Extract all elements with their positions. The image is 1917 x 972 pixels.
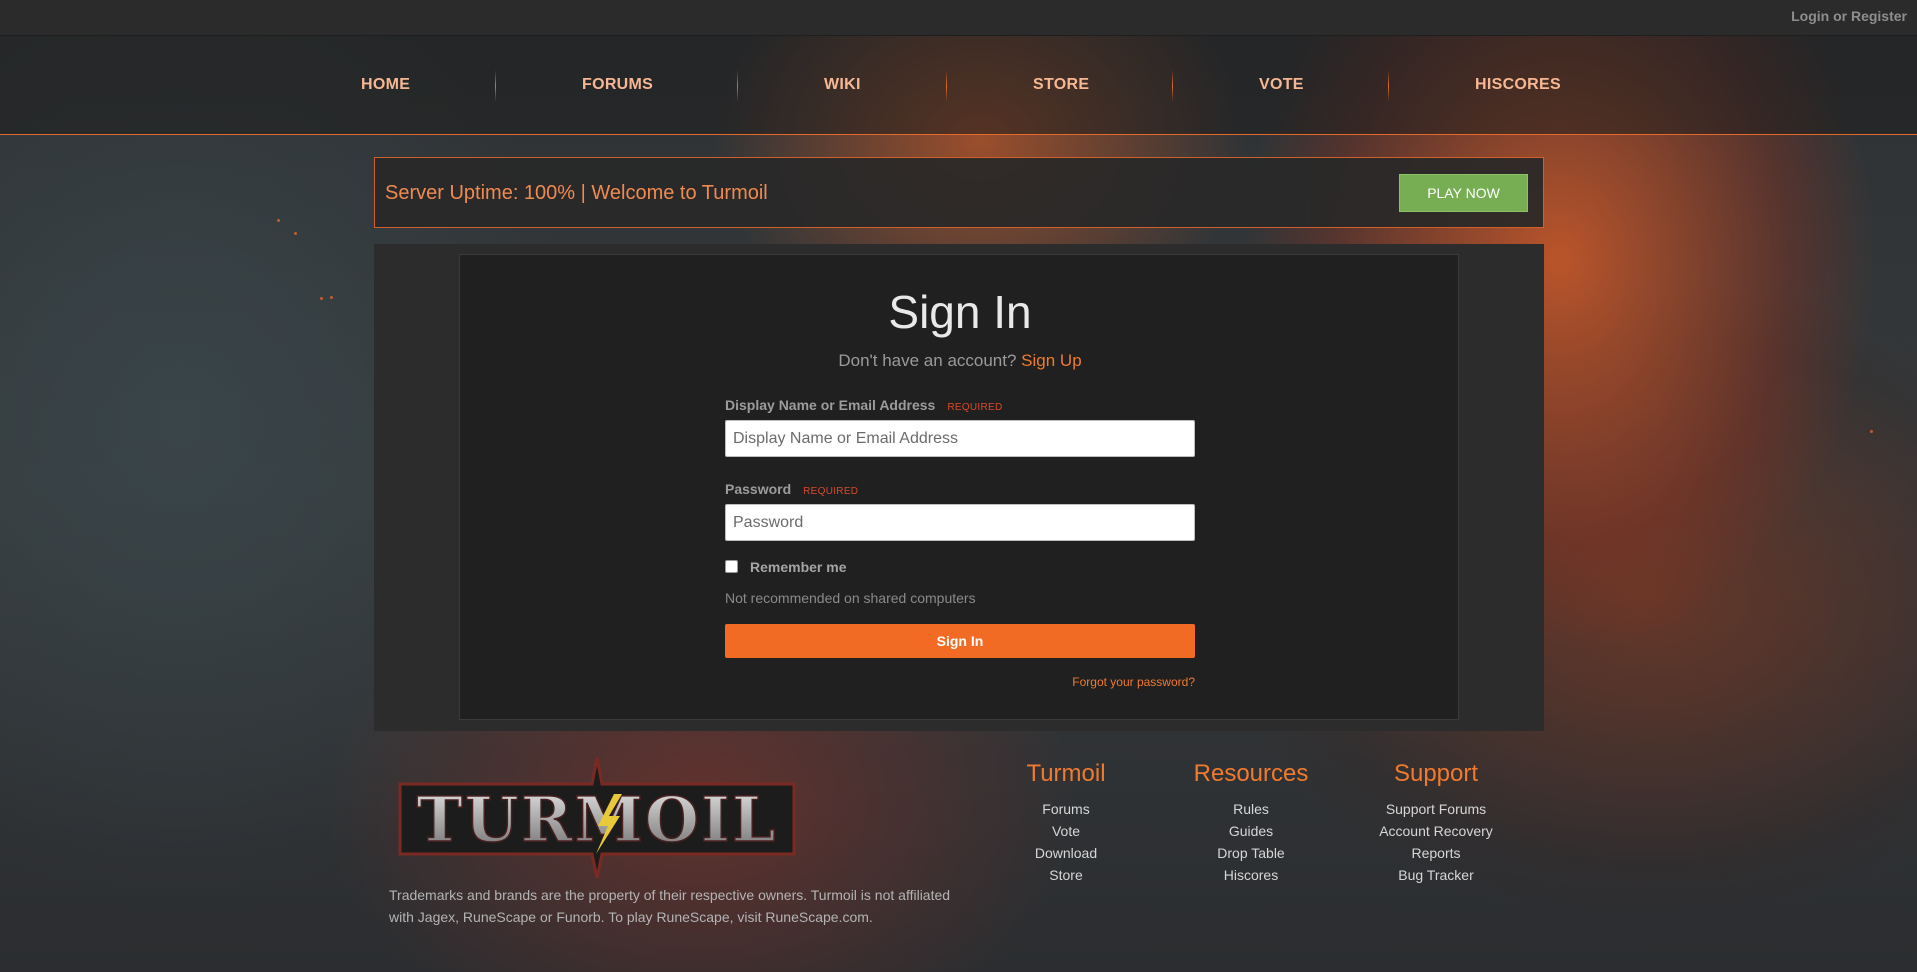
nav-item-hiscores[interactable]: HISCORES	[1475, 76, 1561, 94]
no-account-text: Don't have an account?	[838, 351, 1017, 370]
footer-link-support-forums[interactable]: Support Forums	[1356, 798, 1516, 820]
page-title: Sign In	[888, 286, 1032, 338]
main-nav: HOME FORUMS WIKI STORE VOTE HISCORES	[0, 36, 1917, 135]
sign-in-card: Sign In Don't have an account? Sign Up D…	[459, 254, 1459, 720]
turmoil-logo: TURMOIL	[398, 757, 796, 879]
footer-link-forums[interactable]: Forums	[1000, 798, 1132, 820]
signup-prompt: Don't have an account? Sign Up	[460, 351, 1460, 371]
sign-up-link[interactable]: Sign Up	[1021, 351, 1081, 370]
nav-item-vote[interactable]: VOTE	[1259, 76, 1304, 94]
logo-wordmark: TURMOIL	[417, 783, 778, 856]
ember-particle	[320, 297, 323, 300]
footer-link-drop-table[interactable]: Drop Table	[1171, 842, 1331, 864]
password-label-text: Password	[725, 481, 792, 497]
required-badge: REQUIRED	[947, 402, 1003, 413]
nav-item-wiki[interactable]: WIKI	[824, 76, 861, 94]
nav-divider	[737, 70, 738, 102]
remember-me-label[interactable]: Remember me	[750, 559, 847, 575]
footer-heading: Resources	[1193, 760, 1309, 787]
nav-item-forums[interactable]: FORUMS	[582, 76, 653, 94]
password-label: Password REQUIRED	[725, 481, 858, 497]
footer-heading: Support	[1393, 760, 1479, 787]
footer-link-vote[interactable]: Vote	[1000, 820, 1132, 842]
announcement-text: Server Uptime: 100% | Welcome to Turmoil	[385, 182, 768, 204]
ember-particle	[330, 296, 333, 299]
footer-link-store[interactable]: Store	[1000, 864, 1132, 886]
username-label: Display Name or Email Address REQUIRED	[725, 397, 1003, 413]
forgot-password-link[interactable]: Forgot your password?	[725, 675, 1195, 689]
footer-column-resources: Resources Rules Guides Drop Table Hiscor…	[1171, 760, 1331, 886]
username-label-text: Display Name or Email Address	[725, 397, 936, 413]
footer-link-rules[interactable]: Rules	[1171, 798, 1331, 820]
nav-divider	[946, 70, 947, 102]
sign-in-button[interactable]: Sign In	[725, 624, 1195, 658]
main-panel: Sign In Don't have an account? Sign Up D…	[374, 244, 1544, 731]
remember-me-hint: Not recommended on shared computers	[725, 590, 976, 606]
play-now-button[interactable]: PLAY NOW	[1399, 174, 1528, 212]
ember-particle	[294, 232, 297, 235]
remember-me-checkbox[interactable]	[725, 560, 738, 573]
top-bar: Login or Register	[0, 0, 1917, 36]
footer-link-bug-tracker[interactable]: Bug Tracker	[1356, 864, 1516, 886]
footer-link-reports[interactable]: Reports	[1356, 842, 1516, 864]
server-announcement: Server Uptime: 100% | Welcome to Turmoil…	[374, 157, 1544, 228]
username-input[interactable]	[725, 420, 1195, 457]
login-register-link[interactable]: Login or Register	[1791, 8, 1907, 24]
footer-column-support: Support Support Forums Account Recovery …	[1356, 760, 1516, 886]
nav-item-store[interactable]: STORE	[1033, 76, 1089, 94]
footer-column-turmoil: Turmoil Forums Vote Download Store	[1000, 760, 1132, 886]
footer-link-hiscores[interactable]: Hiscores	[1171, 864, 1331, 886]
nav-item-home[interactable]: HOME	[361, 76, 410, 94]
footer-link-account-recovery[interactable]: Account Recovery	[1356, 820, 1516, 842]
footer-link-guides[interactable]: Guides	[1171, 820, 1331, 842]
footer-link-download[interactable]: Download	[1000, 842, 1132, 864]
required-badge: REQUIRED	[803, 486, 859, 497]
footer-heading: Turmoil	[1026, 760, 1106, 787]
footer-disclaimer: Trademarks and brands are the property o…	[389, 887, 951, 925]
nav-divider	[495, 70, 496, 102]
ember-particle	[1870, 430, 1873, 433]
nav-divider	[1388, 70, 1389, 102]
password-input[interactable]	[725, 504, 1195, 541]
nav-divider	[1172, 70, 1173, 102]
ember-particle	[277, 219, 280, 222]
